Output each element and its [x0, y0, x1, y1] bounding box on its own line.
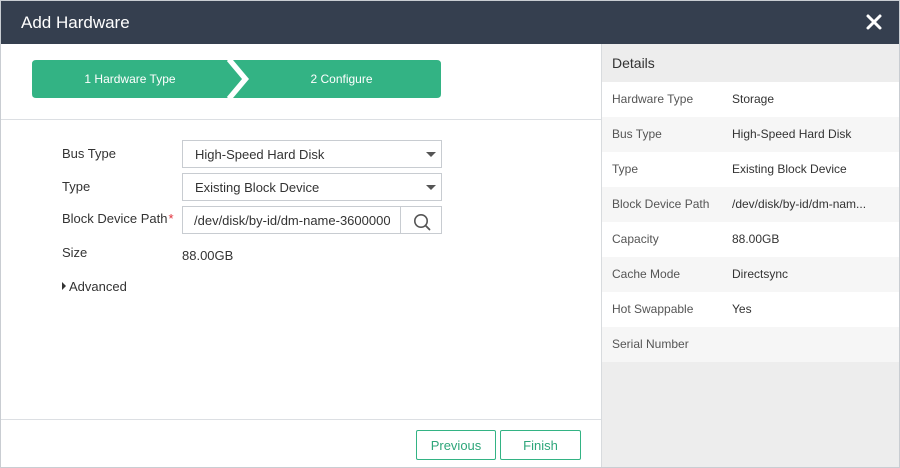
- detail-value: Yes: [732, 302, 752, 316]
- block-device-path-label-text: Block Device Path: [62, 211, 168, 226]
- bus-type-select[interactable]: High-Speed Hard Disk: [182, 140, 442, 168]
- divider: [1, 119, 601, 120]
- block-device-path-search-button[interactable]: [400, 206, 442, 234]
- bus-type-label: Bus Type: [62, 146, 116, 161]
- finish-button[interactable]: Finish: [500, 430, 581, 460]
- block-device-path-label: Block Device Path*: [62, 211, 174, 226]
- step-hardware-type[interactable]: 1 Hardware Type: [32, 60, 228, 98]
- dialog-title: Add Hardware: [21, 13, 130, 32]
- detail-key: Hot Swappable: [612, 302, 694, 316]
- configure-pane: 1 Hardware Type 2 Configure Bus Type Hig…: [1, 44, 601, 467]
- detail-key: Bus Type: [612, 127, 662, 141]
- chevron-down-icon: [426, 185, 436, 190]
- detail-key: Type: [612, 162, 639, 176]
- detail-row: Type Existing Block Device: [602, 152, 899, 187]
- detail-key: Cache Mode: [612, 267, 681, 281]
- block-device-path-input[interactable]: [182, 206, 401, 234]
- size-value: 88.00GB: [182, 248, 234, 263]
- details-list: Hardware Type Storage Bus Type High-Speed H…: [602, 82, 899, 362]
- detail-row: Cache Mode Directsync: [602, 257, 899, 292]
- details-panel: Details Hardware Type Storage Bus Type High…: [601, 44, 899, 467]
- detail-value: Directsync: [732, 267, 789, 281]
- type-value: Existing Block Device: [195, 180, 320, 195]
- detail-row: Hardware Type Storage: [602, 82, 899, 117]
- close-icon[interactable]: [865, 13, 883, 31]
- detail-value: High-Speed Hard Disk: [732, 127, 852, 141]
- advanced-label: Advanced: [69, 279, 127, 294]
- type-select[interactable]: Existing Block Device: [182, 173, 442, 201]
- detail-row: Capacity 88.00GB: [602, 222, 899, 257]
- detail-row: Block Device Path/dev/disk/by-id/dm-nam.…: [602, 187, 899, 222]
- detail-value: 88.00GB: [732, 232, 780, 246]
- chevron-down-icon: [426, 152, 436, 157]
- required-mark: *: [168, 211, 174, 226]
- detail-row: Serial Number: [602, 327, 899, 362]
- detail-value: /dev/disk/by-id/dm-nam...: [732, 197, 867, 211]
- detail-key: Hardware Type: [612, 92, 694, 106]
- size-label: Size: [62, 245, 88, 260]
- footer-divider: [1, 419, 601, 420]
- search-icon: [414, 214, 431, 231]
- previous-button[interactable]: Previous: [416, 430, 496, 460]
- detail-row: Hot Swappable Yes: [602, 292, 899, 327]
- caret-right-icon: [62, 282, 66, 290]
- step-configure[interactable]: 2 Configure: [242, 60, 441, 98]
- detail-key: Block Device Path: [612, 197, 710, 211]
- bus-type-value: High-Speed Hard Disk: [195, 147, 325, 162]
- detail-value: Existing Block Device: [732, 162, 847, 176]
- detail-key: Serial Number: [612, 337, 689, 351]
- add-hardware-dialog: Add Hardware 1 Hardware Type 2 Configure…: [0, 0, 900, 468]
- detail-key: Capacity: [612, 232, 659, 246]
- dialog-titlebar: Add Hardware: [1, 1, 899, 44]
- wizard-steps: 1 Hardware Type 2 Configure: [32, 60, 441, 98]
- detail-row: Bus Type High-Speed Hard Disk: [602, 117, 899, 152]
- details-title: Details: [612, 55, 655, 71]
- type-label: Type: [62, 179, 91, 194]
- detail-value: Storage: [732, 92, 775, 106]
